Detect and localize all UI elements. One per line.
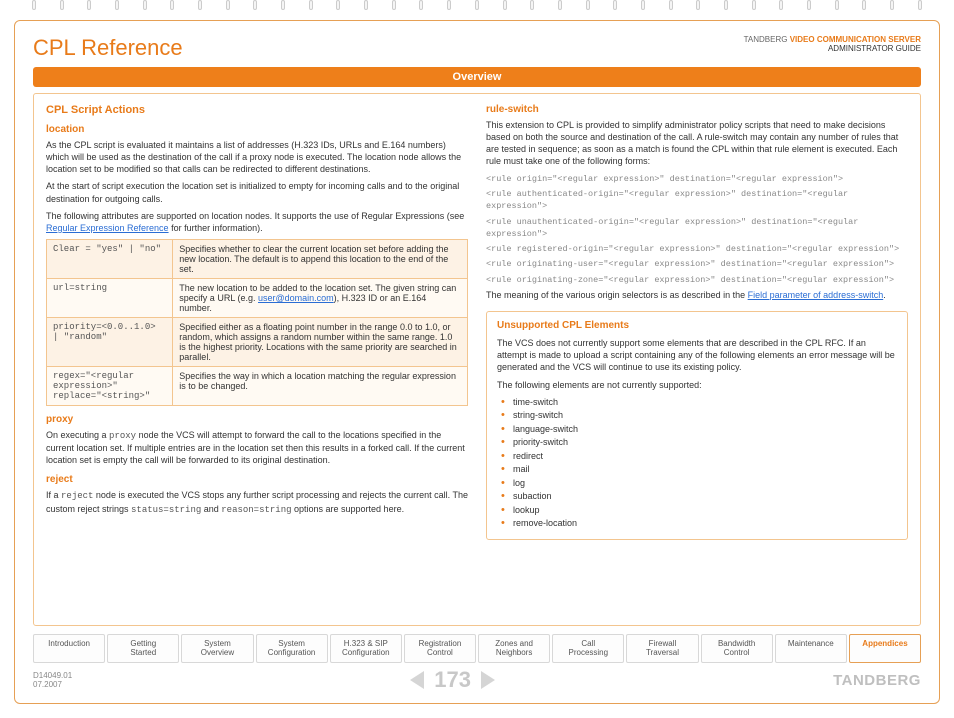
section-cpl-actions: CPL Script Actions bbox=[46, 104, 468, 116]
tab-getting-started[interactable]: Getting Started bbox=[107, 634, 179, 663]
list-item: subaction bbox=[501, 490, 897, 504]
list-item: string-switch bbox=[501, 409, 897, 423]
content: CPL Script Actions location As the CPL s… bbox=[33, 93, 921, 626]
tab-firewall-traversal[interactable]: Firewall Traversal bbox=[626, 634, 698, 663]
location-p2: At the start of script execution the loc… bbox=[46, 180, 468, 204]
header-meta: TANDBERG VIDEO COMMUNICATION SERVER ADMI… bbox=[744, 35, 921, 53]
unsupported-box: Unsupported CPL Elements The VCS does no… bbox=[486, 311, 908, 540]
left-column: CPL Script Actions location As the CPL s… bbox=[46, 104, 468, 615]
attr-key: priority=<0.0..1.0> | "random" bbox=[47, 317, 173, 366]
list-item: remove-location bbox=[501, 517, 897, 531]
table-row: url=string The new location to be added … bbox=[47, 278, 468, 317]
tab-maintenance[interactable]: Maintenance bbox=[775, 634, 847, 663]
location-p3: The following attributes are supported o… bbox=[46, 210, 468, 234]
rule-form: <rule unauthenticated-origin="<regular e… bbox=[486, 216, 908, 241]
tab-system-overview[interactable]: System Overview bbox=[181, 634, 253, 663]
link-field-parameter[interactable]: Field parameter of address-switch bbox=[748, 290, 884, 300]
attr-desc: Specified either as a floating point num… bbox=[173, 317, 468, 366]
unsupported-p1: The VCS does not currently support some … bbox=[497, 337, 897, 373]
attr-key: Clear = "yes" | "no" bbox=[47, 239, 173, 278]
attr-desc: Specifies whether to clear the current l… bbox=[173, 239, 468, 278]
list-item: priority-switch bbox=[501, 436, 897, 450]
heading-unsupported: Unsupported CPL Elements bbox=[497, 320, 897, 331]
tab-h323-sip[interactable]: H.323 & SIP Configuration bbox=[330, 634, 402, 663]
heading-reject: reject bbox=[46, 474, 468, 485]
doc-date: 07.2007 bbox=[33, 680, 72, 689]
rule-form: <rule originating-user="<regular express… bbox=[486, 258, 908, 270]
list-item: redirect bbox=[501, 450, 897, 464]
rule-switch-p2: The meaning of the various origin select… bbox=[486, 289, 908, 301]
rule-switch-p1: This extension to CPL is provided to sim… bbox=[486, 119, 908, 168]
rule-form: <rule authenticated-origin="<regular exp… bbox=[486, 188, 908, 213]
brand-logo: TANDBERG bbox=[833, 672, 921, 689]
rule-form: <rule registered-origin="<regular expres… bbox=[486, 243, 908, 255]
page-frame: CPL Reference TANDBERG VIDEO COMMUNICATI… bbox=[14, 20, 940, 704]
heading-rule-switch: rule-switch bbox=[486, 104, 908, 115]
attr-desc: Specifies the way in which a location ma… bbox=[173, 366, 468, 405]
header: CPL Reference TANDBERG VIDEO COMMUNICATI… bbox=[33, 35, 921, 61]
tab-introduction[interactable]: Introduction bbox=[33, 634, 105, 663]
link-user-domain[interactable]: user@domain.com bbox=[258, 293, 334, 303]
table-row: Clear = "yes" | "no" Specifies whether t… bbox=[47, 239, 468, 278]
location-attributes-table: Clear = "yes" | "no" Specifies whether t… bbox=[46, 239, 468, 406]
pager: 173 bbox=[410, 667, 495, 693]
table-row: regex="<regular expression>" replace="<s… bbox=[47, 366, 468, 405]
nav-tabs: Introduction Getting Started System Over… bbox=[33, 634, 921, 663]
page-title: CPL Reference bbox=[33, 35, 183, 61]
table-row: priority=<0.0..1.0> | "random" Specified… bbox=[47, 317, 468, 366]
unsupported-list: time-switch string-switch language-switc… bbox=[497, 396, 897, 531]
product-prefix: TANDBERG bbox=[744, 35, 788, 44]
rule-form: <rule origin="<regular expression>" dest… bbox=[486, 173, 908, 185]
page-number: 173 bbox=[434, 667, 471, 693]
footer: D14049.01 07.2007 173 TANDBERG bbox=[33, 667, 921, 693]
list-item: language-switch bbox=[501, 423, 897, 437]
tab-zones-neighbors[interactable]: Zones and Neighbors bbox=[478, 634, 550, 663]
heading-proxy: proxy bbox=[46, 414, 468, 425]
footer-left: D14049.01 07.2007 bbox=[33, 671, 72, 689]
attr-key: url=string bbox=[47, 278, 173, 317]
list-item: log bbox=[501, 477, 897, 491]
location-p1: As the CPL script is evaluated it mainta… bbox=[46, 139, 468, 175]
product-name: VIDEO COMMUNICATION SERVER bbox=[790, 35, 921, 44]
right-column: rule-switch This extension to CPL is pro… bbox=[486, 104, 908, 615]
list-item: mail bbox=[501, 463, 897, 477]
tab-registration-control[interactable]: Registration Control bbox=[404, 634, 476, 663]
proxy-p: On executing a proxy node the VCS will a… bbox=[46, 429, 468, 466]
overview-bar: Overview bbox=[33, 67, 921, 87]
rule-form: <rule originating-zone="<regular express… bbox=[486, 274, 908, 286]
tab-call-processing[interactable]: Call Processing bbox=[552, 634, 624, 663]
doc-id: D14049.01 bbox=[33, 671, 72, 680]
next-page-icon[interactable] bbox=[481, 671, 495, 689]
reject-p: If a reject node is executed the VCS sto… bbox=[46, 489, 468, 515]
spiral-binding bbox=[0, 0, 954, 16]
tab-bandwidth-control[interactable]: Bandwidth Control bbox=[701, 634, 773, 663]
list-item: time-switch bbox=[501, 396, 897, 410]
list-item: lookup bbox=[501, 504, 897, 518]
heading-location: location bbox=[46, 124, 468, 135]
attr-key: regex="<regular expression>" replace="<s… bbox=[47, 366, 173, 405]
header-subtitle: ADMINISTRATOR GUIDE bbox=[744, 44, 921, 53]
unsupported-p2: The following elements are not currently… bbox=[497, 379, 897, 391]
prev-page-icon[interactable] bbox=[410, 671, 424, 689]
attr-desc: The new location to be added to the loca… bbox=[173, 278, 468, 317]
tab-system-configuration[interactable]: System Configuration bbox=[256, 634, 328, 663]
link-regex-reference[interactable]: Regular Expression Reference bbox=[46, 223, 169, 233]
tab-appendices[interactable]: Appendices bbox=[849, 634, 921, 663]
